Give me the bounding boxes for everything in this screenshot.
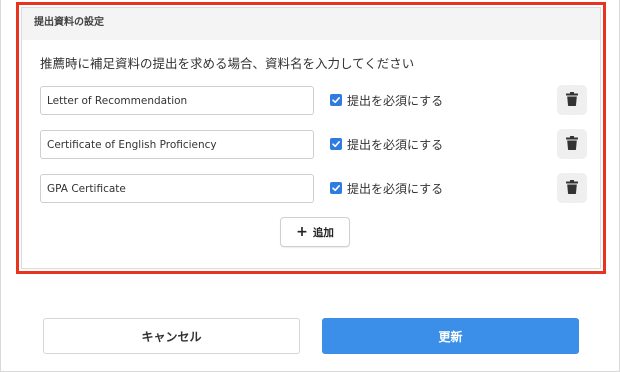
update-button[interactable]: 更新	[322, 318, 579, 354]
checkmark-icon[interactable]	[330, 138, 342, 150]
instruction-text: 推薦時に補足資料の提出を求める場合、資料名を入力してください	[40, 56, 415, 71]
document-settings-section: 提出資料の設定 推薦時に補足資料の提出を求める場合、資料名を入力してください 提…	[16, 2, 606, 274]
required-checkbox[interactable]: 提出を必須にする	[330, 90, 443, 110]
required-label: 提出を必須にする	[347, 181, 444, 196]
trash-icon	[566, 135, 578, 154]
document-row: 提出を必須にする	[40, 173, 600, 204]
trash-icon	[566, 179, 578, 198]
plus-icon: +	[296, 224, 308, 240]
cancel-button[interactable]: キャンセル	[43, 318, 300, 354]
required-checkbox[interactable]: 提出を必須にする	[330, 134, 443, 154]
trash-icon	[566, 91, 578, 110]
required-label: 提出を必須にする	[347, 137, 444, 152]
add-document-button[interactable]: + 追加	[280, 217, 350, 247]
required-checkbox[interactable]: 提出を必須にする	[330, 178, 443, 198]
document-row: 提出を必須にする	[40, 85, 600, 116]
document-name-input[interactable]	[40, 86, 314, 115]
document-name-input[interactable]	[40, 130, 314, 159]
modal-dialog: 提出資料の設定 推薦時に補足資料の提出を求める場合、資料名を入力してください 提…	[0, 0, 620, 372]
section-title: 提出資料の設定	[22, 8, 600, 40]
add-label: 追加	[312, 226, 334, 239]
checkmark-icon[interactable]	[330, 182, 342, 194]
document-name-input[interactable]	[40, 174, 314, 203]
required-label: 提出を必須にする	[347, 93, 444, 108]
delete-button[interactable]	[557, 129, 587, 159]
delete-button[interactable]	[557, 85, 587, 115]
checkmark-icon[interactable]	[330, 94, 342, 106]
delete-button[interactable]	[557, 173, 587, 203]
document-row: 提出を必須にする	[40, 129, 600, 160]
section-panel: 提出資料の設定 推薦時に補足資料の提出を求める場合、資料名を入力してください 提…	[21, 7, 601, 269]
